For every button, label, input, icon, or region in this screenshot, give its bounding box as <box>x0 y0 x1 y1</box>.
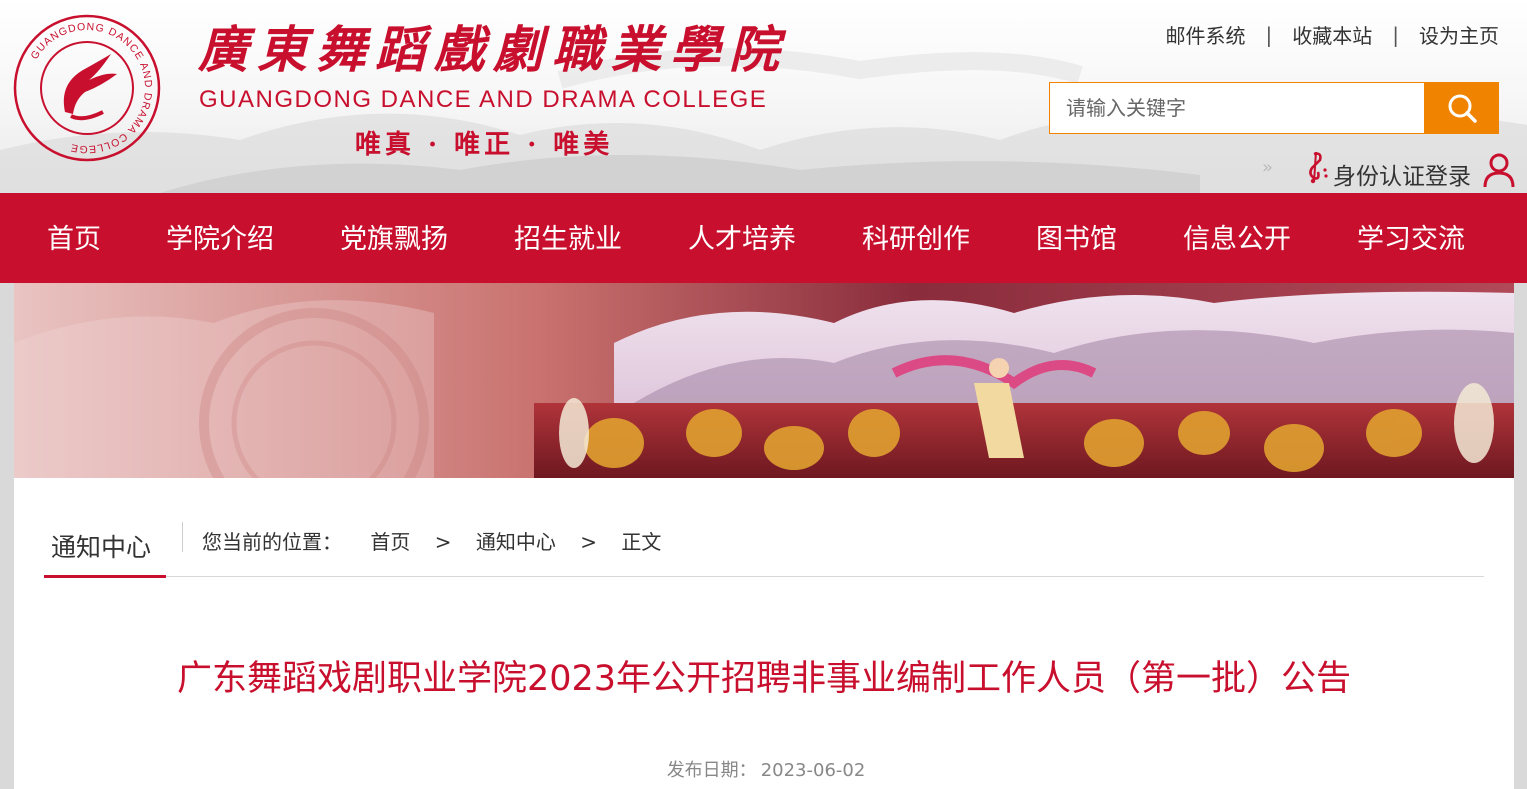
section-rule <box>44 576 1484 577</box>
nav-item-home[interactable]: 首页 <box>47 193 101 283</box>
main-navigation: 首页 学院介绍 党旗飘扬 招生就业 人才培养 科研创作 图书馆 信息公开 学习交… <box>0 193 1527 283</box>
college-motto: 唯真 · 唯正 · 唯美 <box>355 130 614 160</box>
nav-item-info-disclosure[interactable]: 信息公开 <box>1183 193 1291 283</box>
publish-date-value: 2023-06-02 <box>760 760 866 781</box>
search-input[interactable] <box>1049 82 1425 134</box>
divider <box>182 522 183 552</box>
college-english-name: GUANGDONG DANCE AND DRAMA COLLEGE <box>199 86 768 113</box>
banner-image <box>14 283 1514 478</box>
nav-item-party[interactable]: 党旗飘扬 <box>340 193 448 283</box>
section-title: 通知中心 <box>51 533 152 562</box>
user-icon <box>1483 153 1515 188</box>
search-button[interactable] <box>1425 82 1499 134</box>
double-chevron-icon: » <box>1262 157 1274 178</box>
nav-item-about[interactable]: 学院介绍 <box>166 193 274 283</box>
college-chinese-name: 廣東舞蹈戲劇職業學院 <box>198 20 788 79</box>
mail-system-link[interactable]: 邮件系统 <box>1166 20 1246 49</box>
article-title: 广东舞蹈戏剧职业学院2023年公开招聘非事业编制工作人员（第一批）公告 <box>176 659 1352 699</box>
bookmark-site-link[interactable]: 收藏本站 <box>1292 20 1372 49</box>
search-icon <box>1448 94 1477 123</box>
publish-date-label: 发布日期： <box>666 760 757 781</box>
breadcrumb-separator: > <box>434 530 452 554</box>
link-separator: | <box>1265 22 1273 47</box>
nav-item-talent-training[interactable]: 人才培养 <box>688 193 796 283</box>
nav-item-library[interactable]: 图书馆 <box>1036 193 1117 283</box>
breadcrumb-home[interactable]: 首页 <box>370 530 410 554</box>
section-rule-accent <box>44 575 166 578</box>
top-links: 邮件系统 | 收藏本站 | 设为主页 <box>1166 20 1500 49</box>
college-seal-logo: GUANGDONG DANCE AND DRAMA COLLEGE <box>13 14 161 162</box>
nav-item-research[interactable]: 科研创作 <box>862 193 970 283</box>
breadcrumb-notice-center[interactable]: 通知中心 <box>476 530 556 554</box>
performance-banner <box>14 283 1514 478</box>
breadcrumb: 您当前的位置： 首页 > 通知中心 > 正文 <box>202 526 661 555</box>
publish-date: 发布日期： 2023-06-02 <box>14 756 1514 782</box>
breadcrumb-current: 正文 <box>621 530 662 554</box>
login-label: 身份认证登录 <box>1333 164 1471 190</box>
set-homepage-link[interactable]: 设为主页 <box>1419 20 1499 49</box>
nav-item-learning-exchange[interactable]: 学习交流 <box>1357 193 1465 283</box>
link-separator: | <box>1392 22 1399 47</box>
site-header: GUANGDONG DANCE AND DRAMA COLLEGE 廣東舞蹈戲劇… <box>0 0 1527 193</box>
article-panel: 通知中心 您当前的位置： 首页 > 通知中心 > 正文 广东舞蹈戏剧职业学院20… <box>14 478 1514 789</box>
location-label: 您当前的位置： <box>202 530 342 554</box>
breadcrumb-separator: > <box>580 530 597 554</box>
nav-item-admissions[interactable]: 招生就业 <box>514 193 622 283</box>
identity-login[interactable]: » 身份认证登录 <box>1262 150 1522 190</box>
music-note-icon <box>1309 151 1328 184</box>
